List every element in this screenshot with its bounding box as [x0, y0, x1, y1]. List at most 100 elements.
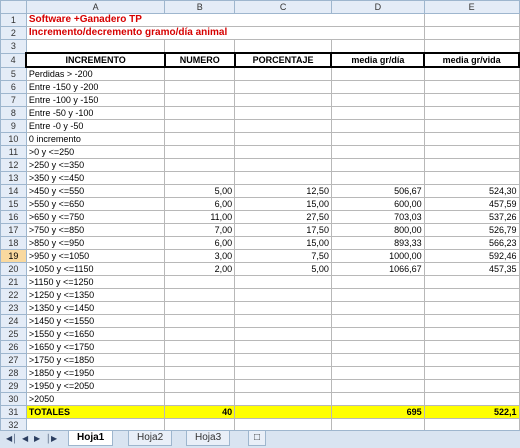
select-all-corner[interactable]	[0, 0, 27, 14]
cell-b22[interactable]	[164, 288, 236, 302]
cell-c26[interactable]	[234, 340, 332, 354]
cell-c12[interactable]	[234, 158, 332, 172]
cell-d10[interactable]	[330, 132, 425, 146]
row-header[interactable]: 13	[0, 171, 27, 185]
cell-e28[interactable]	[423, 366, 520, 380]
row-header[interactable]: 31	[0, 405, 27, 419]
cell-a13[interactable]: >350 y <=450	[25, 171, 166, 185]
row-header[interactable]: 14	[0, 184, 27, 198]
cell-a29[interactable]: >1950 y <=2050	[25, 379, 166, 393]
cell-a25[interactable]: >1550 y <=1650	[25, 327, 166, 341]
cell-d16[interactable]: 703,03	[330, 210, 425, 224]
cell-e21[interactable]	[423, 275, 520, 289]
cell-e12[interactable]	[423, 158, 520, 172]
cell-b19[interactable]: 3,00	[164, 249, 236, 263]
cell-a6[interactable]: Entre -150 y -200	[25, 80, 166, 94]
cell-a20[interactable]: >1050 y <=1150	[25, 262, 166, 276]
row-header[interactable]: 16	[0, 210, 27, 224]
cell-d27[interactable]	[330, 353, 425, 367]
cell-b4[interactable]: NUMERO	[163, 52, 236, 68]
cell-b12[interactable]	[164, 158, 236, 172]
column-header-c[interactable]: C	[234, 0, 332, 14]
cell-c7[interactable]	[234, 93, 332, 107]
row-header[interactable]: 5	[0, 66, 27, 81]
column-header-a[interactable]: A	[25, 0, 166, 14]
cell-c13[interactable]	[234, 171, 332, 185]
cell-c30[interactable]	[234, 392, 332, 406]
cell-c18[interactable]: 15,00	[234, 236, 332, 250]
cell-d17[interactable]: 800,00	[330, 223, 425, 237]
cell-a14[interactable]: >450 y <=550	[25, 184, 166, 198]
cell-a1[interactable]: Software +Ganadero TP	[25, 13, 425, 27]
first-sheet-icon[interactable]: ◀│	[6, 434, 17, 443]
cell-a5[interactable]: Perdidas > -200	[25, 66, 166, 81]
cell-a10[interactable]: 0 incremento	[25, 132, 166, 146]
cell-e8[interactable]	[423, 106, 520, 120]
row-header[interactable]: 22	[0, 288, 27, 302]
cell-a18[interactable]: >850 y <=950	[25, 236, 166, 250]
cell-e22[interactable]	[423, 288, 520, 302]
cell-b21[interactable]	[164, 275, 236, 289]
cell-e13[interactable]	[423, 171, 520, 185]
row-header[interactable]: 12	[0, 158, 27, 172]
cell-d8[interactable]	[330, 106, 425, 120]
cell-e24[interactable]	[423, 314, 520, 328]
cell-b11[interactable]	[164, 145, 236, 159]
cell-c10[interactable]	[234, 132, 332, 146]
cell-d29[interactable]	[330, 379, 425, 393]
row-header[interactable]: 20	[0, 262, 27, 276]
cell-e6[interactable]	[423, 80, 520, 94]
cell-a15[interactable]: >550 y <=650	[25, 197, 166, 211]
cell-e26[interactable]	[423, 340, 520, 354]
cell-b3[interactable]	[164, 39, 236, 54]
cell-e23[interactable]	[423, 301, 520, 315]
cell-a28[interactable]: >1850 y <=1950	[25, 366, 166, 380]
cell-d14[interactable]: 506,67	[330, 184, 425, 198]
cell-e19[interactable]: 592,46	[423, 249, 520, 263]
cell-a31[interactable]: TOTALES	[25, 405, 166, 419]
cell-d9[interactable]	[330, 119, 425, 133]
cell-d19[interactable]: 1000,00	[330, 249, 425, 263]
row-header[interactable]: 24	[0, 314, 27, 328]
cell-b9[interactable]	[164, 119, 236, 133]
cell-c6[interactable]	[234, 80, 332, 94]
cell-a27[interactable]: >1750 y <=1850	[25, 353, 166, 367]
cell-c24[interactable]	[234, 314, 332, 328]
next-sheet-icon[interactable]: ▶	[34, 434, 40, 443]
cell-e14[interactable]: 524,30	[423, 184, 520, 198]
cell-e4[interactable]: media gr/vida	[423, 52, 520, 68]
row-header[interactable]: 10	[0, 132, 27, 146]
cell-d21[interactable]	[330, 275, 425, 289]
cell-d7[interactable]	[330, 93, 425, 107]
cell-c8[interactable]	[234, 106, 332, 120]
cell-c21[interactable]	[234, 275, 332, 289]
cell-d25[interactable]	[330, 327, 425, 341]
cell-b7[interactable]	[164, 93, 236, 107]
cell-c11[interactable]	[234, 145, 332, 159]
row-header[interactable]: 21	[0, 275, 27, 289]
cell-a26[interactable]: >1650 y <=1750	[25, 340, 166, 354]
cell-e3[interactable]	[423, 39, 520, 54]
row-header[interactable]: 8	[0, 106, 27, 120]
row-header[interactable]: 23	[0, 301, 27, 315]
insert-sheet-icon[interactable]: □	[248, 431, 266, 446]
row-header[interactable]: 1	[0, 13, 27, 27]
cell-b10[interactable]	[164, 132, 236, 146]
cell-d26[interactable]	[330, 340, 425, 354]
row-header[interactable]: 3	[0, 39, 27, 54]
cell-b17[interactable]: 7,00	[164, 223, 236, 237]
cell-c16[interactable]: 27,50	[234, 210, 332, 224]
cell-a8[interactable]: Entre -50 y -100	[25, 106, 166, 120]
row-header[interactable]: 27	[0, 353, 27, 367]
row-header[interactable]: 28	[0, 366, 27, 380]
cell-e9[interactable]	[423, 119, 520, 133]
column-header-b[interactable]: B	[164, 0, 236, 14]
prev-sheet-icon[interactable]: ◀	[22, 434, 28, 443]
cell-c23[interactable]	[234, 301, 332, 315]
cell-e2[interactable]	[423, 26, 520, 40]
row-header[interactable]: 2	[0, 26, 27, 40]
cell-b13[interactable]	[164, 171, 236, 185]
cell-a23[interactable]: >1350 y <=1450	[25, 301, 166, 315]
cell-e20[interactable]: 457,35	[423, 262, 520, 276]
cell-a24[interactable]: >1450 y <=1550	[25, 314, 166, 328]
